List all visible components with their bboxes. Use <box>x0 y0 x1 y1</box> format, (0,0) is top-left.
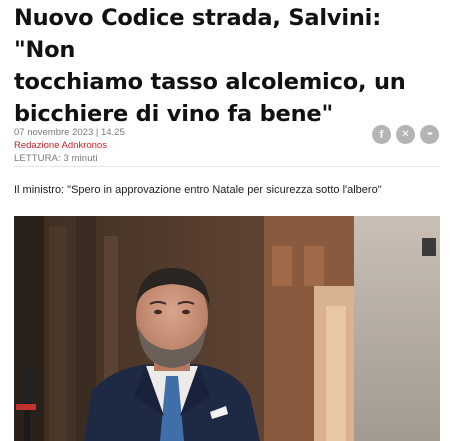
share-buttons: f ✕ ••• <box>372 125 439 144</box>
headline-line-3: bicchiere di vino fa bene" <box>14 101 333 127</box>
article-meta: 07 novembre 2023 | 14.25 Redazione Adnkr… <box>14 126 125 165</box>
article-photo[interactable] <box>14 216 440 441</box>
divider <box>14 166 439 167</box>
headline-line-2: tocchiamo tasso alcolemico, un <box>14 69 406 95</box>
facebook-icon: f <box>379 128 384 141</box>
x-icon: ✕ <box>401 129 410 140</box>
more-icon: ••• <box>427 131 432 138</box>
facebook-share-button[interactable]: f <box>372 125 391 144</box>
article-headline: Nuovo Codice strada, Salvini: "Non tocch… <box>14 2 444 130</box>
reading-time: LETTURA: 3 minuti <box>14 153 98 164</box>
person-photo <box>14 216 440 441</box>
article-subtitle: Il ministro: "Spero in approvazione entr… <box>14 184 382 196</box>
headline-line-1: Nuovo Codice strada, Salvini: "Non <box>14 5 381 63</box>
author-link[interactable]: Redazione Adnkronos <box>14 139 125 152</box>
publish-date: 07 novembre 2023 | 14.25 <box>14 127 125 138</box>
x-share-button[interactable]: ✕ <box>396 125 415 144</box>
more-share-button[interactable]: ••• <box>420 125 439 144</box>
